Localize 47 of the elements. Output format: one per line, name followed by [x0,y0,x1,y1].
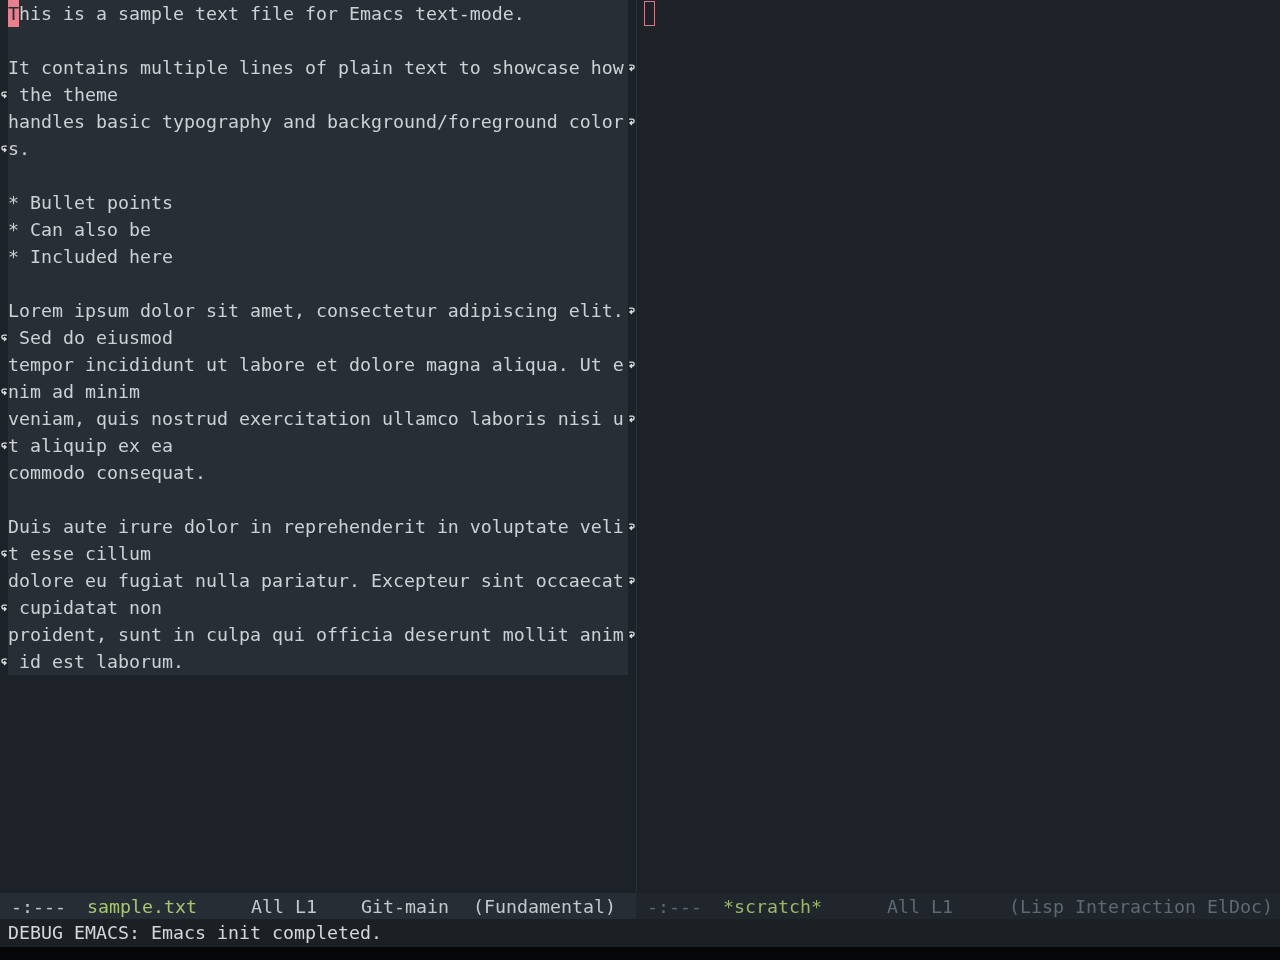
curved-arrow-icon [629,117,635,126]
curved-arrow-icon [629,576,635,585]
curved-arrow-icon [1,603,7,612]
curved-arrow-icon [629,630,635,639]
text-line: t aliquip ex ea [8,435,173,456]
echo-message: DEBUG EMACS: Emacs init completed. [8,922,382,943]
buffer-state-indicator: -:--- [11,895,66,917]
text-line: proident, sunt in culpa qui officia deserunt mollit anim [8,624,624,645]
position-indicator: All L1 [887,895,953,917]
text-line: veniam, quis nostrud exercitation ullamco laboris nisi u [8,408,624,429]
text-line: * Can also be [8,219,151,240]
major-mode-label: (Fundamental) [473,895,616,917]
buffer-state-indicator: -:--- [647,895,702,917]
text-line: cupidatat non [18,597,162,618]
text-line: dolore eu fugiat nulla pariatur. Excepteur sint occaecat [8,570,624,591]
buffer-name: *scratch* [723,895,822,917]
text-line: Duis aute irure dolor in reprehenderit in voluptate veli [8,516,624,537]
curved-arrow-icon [1,90,7,99]
text-line: handles basic typography and background/foreground color [8,111,624,132]
curved-arrow-icon [629,63,635,72]
buffer-name: sample.txt [87,895,197,917]
text-line: This is a sample text file for Emacs text-mode. [8,3,525,24]
curved-arrow-icon [1,441,7,450]
vc-branch-label: Git-main [361,895,449,917]
curved-arrow-icon [1,657,7,666]
text-line: s. [8,138,30,159]
text-line: tempor incididunt ut labore et dolore magna aliqua. Ut e [8,354,624,375]
text-line: nim ad minim [8,381,140,402]
major-mode-label: (Lisp Interaction ElDoc) [1009,895,1273,917]
curved-arrow-icon [629,522,635,531]
text-line: It contains multiple lines of plain text to showcase how [8,57,624,78]
curved-arrow-icon [629,360,635,369]
text-line: Sed do eiusmod [18,327,173,348]
text-line: commodo consequat. [8,462,206,483]
text-line: * Bullet points [8,192,173,213]
curved-arrow-icon [1,333,7,342]
curved-arrow-icon [1,549,7,558]
curved-arrow-icon [629,414,635,423]
curved-arrow-icon [1,144,7,153]
position-indicator: All L1 [251,895,317,917]
curved-arrow-icon [629,306,635,315]
text-line: t esse cillum [8,543,151,564]
text-line: * Included here [8,246,173,267]
text-line: id est laborum. [18,651,184,672]
curved-arrow-icon [1,387,7,396]
text-line: the theme [18,84,118,105]
text-line: Lorem ipsum dolor sit amet, consectetur adipiscing elit. [8,300,624,321]
